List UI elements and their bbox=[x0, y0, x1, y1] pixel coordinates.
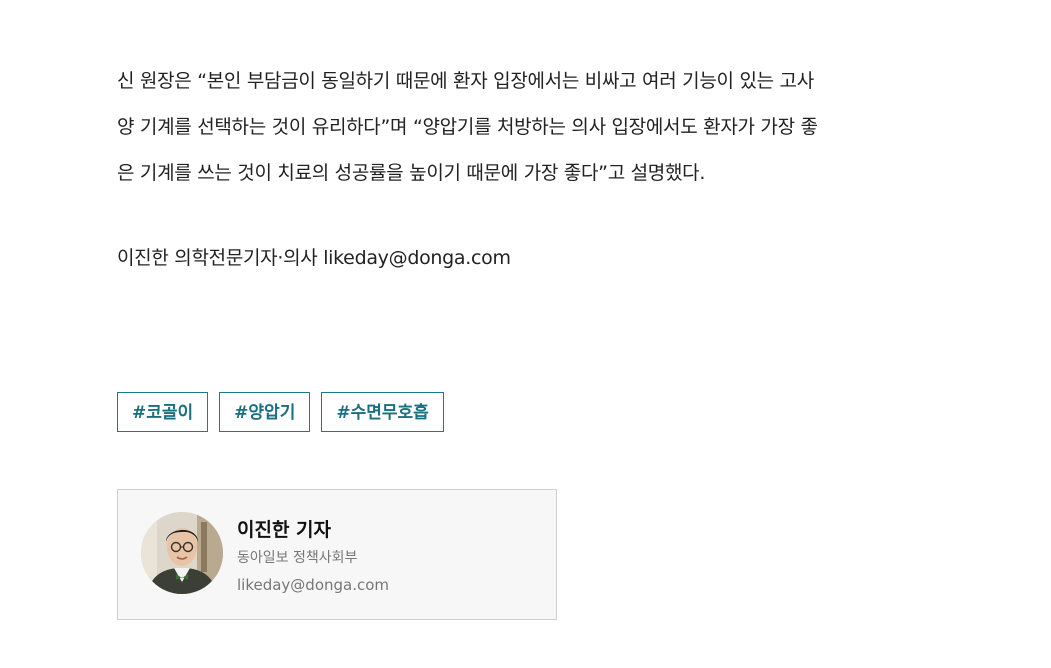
reporter-name[interactable]: 이진한 기자 bbox=[237, 516, 389, 544]
reporter-avatar[interactable] bbox=[141, 512, 223, 594]
tag-cpap[interactable]: #양압기 bbox=[219, 392, 311, 432]
article-paragraph: 신 원장은 “본인 부담금이 동일하기 때문에 환자 입장에서는 비싸고 여러 … bbox=[117, 58, 1017, 196]
article-body: 신 원장은 “본인 부담금이 동일하기 때문에 환자 입장에서는 비싸고 여러 … bbox=[117, 58, 1017, 281]
reporter-card[interactable]: 이진한 기자 동아일보 정책사회부 likeday@donga.com bbox=[117, 489, 557, 620]
paragraph-line: 은 기계를 쓰는 것이 치료의 성공률을 높이기 때문에 가장 좋다”고 설명했… bbox=[117, 162, 706, 184]
reporter-department: 동아일보 정책사회부 bbox=[237, 550, 358, 566]
reporter-photo-icon bbox=[141, 512, 223, 594]
article-byline: 이진한 의학전문기자·의사 likeday@donga.com bbox=[117, 247, 511, 269]
reporter-email[interactable]: likeday@donga.com bbox=[237, 574, 389, 596]
tag-snoring[interactable]: #코골이 bbox=[117, 392, 209, 432]
paragraph-line: 신 원장은 “본인 부담금이 동일하기 때문에 환자 입장에서는 비싸고 여러 … bbox=[117, 70, 814, 92]
paragraph-line: 양 기계를 선택하는 것이 유리하다”며 “양압기를 처방하는 의사 입장에서도… bbox=[117, 116, 818, 138]
tag-list: #코골이 #양압기 #수면무호흡 bbox=[117, 392, 444, 432]
reporter-info: 이진한 기자 동아일보 정책사회부 likeday@donga.com bbox=[237, 516, 389, 596]
tag-sleep-apnea[interactable]: #수면무호흡 bbox=[321, 392, 444, 432]
